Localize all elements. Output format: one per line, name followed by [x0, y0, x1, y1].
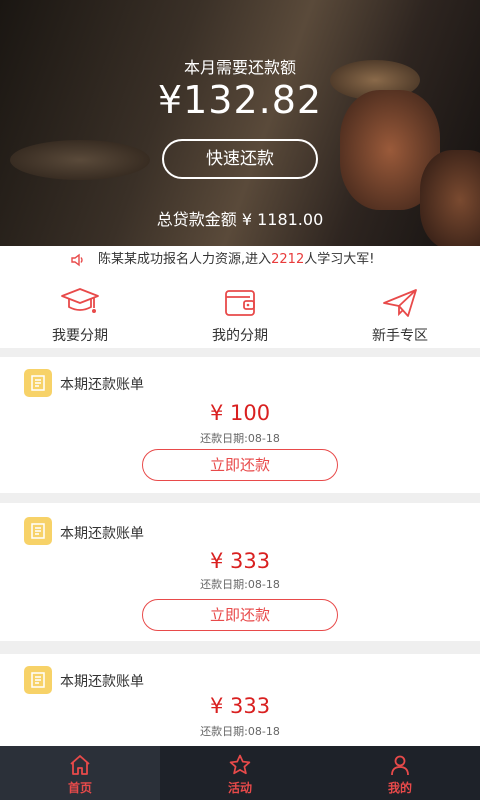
quick-menu: 我要分期 我的分期 新手专区 [0, 274, 480, 348]
star-icon [229, 754, 251, 775]
menu-item-label: 我要分期 [52, 328, 108, 344]
speaker-icon [71, 253, 83, 267]
bill-icon [24, 369, 52, 397]
bill-amount: ¥ 100 [209, 401, 271, 425]
quick-pay-button[interactable]: 快速还款 [162, 139, 318, 179]
menu-item-apply-installment[interactable]: 我要分期 [0, 286, 160, 345]
bill-amount: ¥ 333 [209, 694, 271, 718]
paper-plane-icon [383, 289, 417, 317]
tab-label: 活动 [227, 781, 252, 795]
bill-due-date: 还款日期:08-18 [200, 725, 280, 738]
bottom-tab-bar: 首页 活动 我的 [0, 746, 480, 800]
menu-item-label: 新手专区 [372, 328, 428, 344]
bill-title: 本期还款账单 [60, 674, 144, 690]
coin-decoration [10, 140, 150, 180]
tab-label: 首页 [67, 781, 92, 795]
bill-card: 本期还款账单 ¥ 333 还款日期:08-18 立即还款 [0, 503, 480, 641]
tab-activity[interactable]: 活动 [160, 746, 320, 800]
menu-item-my-installments[interactable]: 我的分期 [160, 286, 320, 345]
pay-now-button[interactable]: 立即还款 [142, 449, 338, 481]
coin-stack-decoration [420, 150, 480, 246]
user-icon [391, 755, 409, 776]
wallet-icon [225, 290, 255, 316]
menu-item-newbie-zone[interactable]: 新手专区 [320, 286, 480, 345]
bill-due-date: 还款日期:08-18 [200, 578, 280, 591]
tab-mine[interactable]: 我的 [320, 746, 480, 800]
home-icon [70, 755, 90, 775]
notice-text: 陈某某成功报名人力资源,进入2212人学习大军! [98, 252, 375, 267]
bill-title: 本期还款账单 [60, 377, 144, 393]
bill-amount: ¥ 333 [209, 549, 271, 573]
pay-now-button[interactable]: 立即还款 [142, 599, 338, 631]
total-loan-amount: 总贷款金额 ¥ 1181.00 [156, 210, 324, 229]
bill-card: 本期还款账单 ¥ 100 还款日期:08-18 立即还款 [0, 357, 480, 493]
notice-bar: 陈某某成功报名人力资源,进入2212人学习大军! [0, 246, 480, 274]
monthly-due-amount: ¥132.82 [157, 78, 323, 122]
bill-due-date: 还款日期:08-18 [200, 432, 280, 445]
tab-label: 我的 [387, 781, 412, 795]
hero-banner: 本月需要还款额 ¥132.82 快速还款 总贷款金额 ¥ 1181.00 [0, 0, 480, 246]
graduation-cap-icon [61, 288, 99, 313]
bill-icon [24, 517, 52, 545]
tab-home[interactable]: 首页 [0, 746, 160, 800]
monthly-due-label: 本月需要还款额 [183, 58, 296, 77]
bill-card: 本期还款账单 ¥ 333 还款日期:08-18 [0, 654, 480, 746]
menu-item-label: 我的分期 [212, 328, 268, 344]
bill-title: 本期还款账单 [60, 526, 144, 542]
notice-count: 2212 [271, 252, 305, 267]
bill-icon [24, 666, 52, 694]
